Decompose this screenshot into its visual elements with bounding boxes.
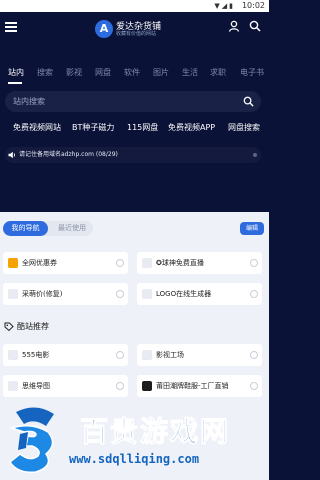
watermark-title: 百贵游戏网: [79, 415, 231, 449]
speaker-icon: [8, 151, 16, 159]
info-icon[interactable]: [250, 290, 258, 298]
site-card[interactable]: 555电影: [3, 344, 128, 366]
coupon-icon: [8, 258, 18, 268]
info-icon[interactable]: [116, 290, 124, 298]
menu-icon[interactable]: [5, 20, 21, 36]
notice-indicator: [253, 153, 257, 157]
watermark-url: www.sdqlliqing.com: [69, 452, 200, 466]
site-favicon-icon: [142, 381, 152, 391]
tab-images[interactable]: 图片: [153, 64, 169, 82]
info-icon[interactable]: [250, 259, 258, 267]
tab-life[interactable]: 生活: [182, 64, 198, 82]
site-favicon-icon: [142, 258, 152, 268]
tab-netdisk[interactable]: 网盘: [95, 64, 111, 82]
nav-card[interactable]: LOGO在线生成器: [137, 283, 262, 305]
section-title: 酷站推荐: [17, 322, 49, 331]
site-favicon-icon: [8, 381, 18, 391]
tag-icon: [4, 322, 14, 332]
edit-button[interactable]: 编辑: [240, 222, 264, 235]
info-icon[interactable]: [116, 259, 124, 267]
site-logo[interactable]: A 爱达杂货铺 收藏有价值的网站: [95, 18, 177, 40]
info-icon[interactable]: [250, 382, 258, 390]
site-card[interactable]: 影视工场: [137, 344, 262, 366]
site-favicon-icon: [8, 350, 18, 360]
search-icon[interactable]: [249, 20, 261, 32]
nav-card-label: ✪球神免费直播: [156, 259, 204, 267]
hot-links: 免费视频网站 BT种子磁力 115网盘 免费视频APP 网盘搜索: [0, 121, 269, 135]
nav-card[interactable]: 全网优惠券: [3, 252, 128, 274]
tab-software[interactable]: 软件: [124, 64, 140, 82]
nav-card[interactable]: ✪球神免费直播: [137, 252, 262, 274]
tab-site[interactable]: 站内: [8, 64, 24, 82]
tab-search[interactable]: 搜索: [37, 64, 53, 82]
site-card[interactable]: 莆田潮牌鞋服-工厂直销: [137, 375, 262, 397]
notice-text: 请记住备用域名adzhp.com (08/29): [19, 151, 118, 158]
logo-subtitle: 收藏有价值的网站: [116, 31, 157, 37]
nav-card-label: 采萌价(修复): [22, 290, 63, 298]
watermark-logo-icon: [8, 407, 54, 474]
active-tab-indicator: [8, 82, 22, 84]
hot-link[interactable]: 网盘搜索: [228, 121, 260, 135]
info-icon[interactable]: [116, 351, 124, 359]
category-tabs: 站内 搜索 影视 网盘 软件 图片 生活 求职 电子书: [0, 64, 269, 82]
nav-card[interactable]: 采萌价(修复): [3, 283, 128, 305]
user-icon[interactable]: [228, 20, 240, 32]
site-card-label: 555电影: [22, 351, 50, 359]
hot-link[interactable]: 免费视频APP: [168, 121, 215, 135]
segment-my-nav[interactable]: 我的导航: [3, 221, 48, 236]
site-card[interactable]: 思维导图: [3, 375, 128, 397]
site-card-label: 影视工场: [156, 351, 184, 359]
logo-badge: A: [95, 20, 113, 38]
status-bar: ▼◢▮ 10:02: [0, 0, 269, 12]
hot-link[interactable]: 115网盘: [127, 121, 158, 135]
site-favicon-icon: [8, 289, 18, 299]
tab-video[interactable]: 影视: [66, 64, 82, 82]
nav-card-label: LOGO在线生成器: [156, 290, 212, 298]
tab-ebook[interactable]: 电子书: [240, 64, 264, 82]
site-card-label: 莆田潮牌鞋服-工厂直销: [156, 382, 229, 390]
nav-card-label: 全网优惠券: [22, 259, 57, 267]
site-favicon-icon: [142, 350, 152, 360]
search-submit-icon[interactable]: [243, 96, 254, 107]
tab-jobs[interactable]: 求职: [210, 64, 226, 82]
status-time: 10:02: [241, 1, 265, 10]
info-icon[interactable]: [250, 351, 258, 359]
notice-bar[interactable]: 请记住备用域名adzhp.com (08/29): [5, 147, 261, 163]
search-input[interactable]: 站内搜索: [13, 91, 45, 112]
info-icon[interactable]: [116, 382, 124, 390]
search-bar[interactable]: 站内搜索: [5, 91, 261, 112]
site-card-label: 思维导图: [22, 382, 50, 390]
hot-link[interactable]: BT种子磁力: [72, 121, 114, 135]
site-favicon-icon: [142, 289, 152, 299]
segment-recent[interactable]: 最近使用: [52, 221, 92, 236]
hot-link[interactable]: 免费视频网站: [13, 121, 61, 135]
signal-icon: ▼◢▮: [214, 2, 235, 10]
